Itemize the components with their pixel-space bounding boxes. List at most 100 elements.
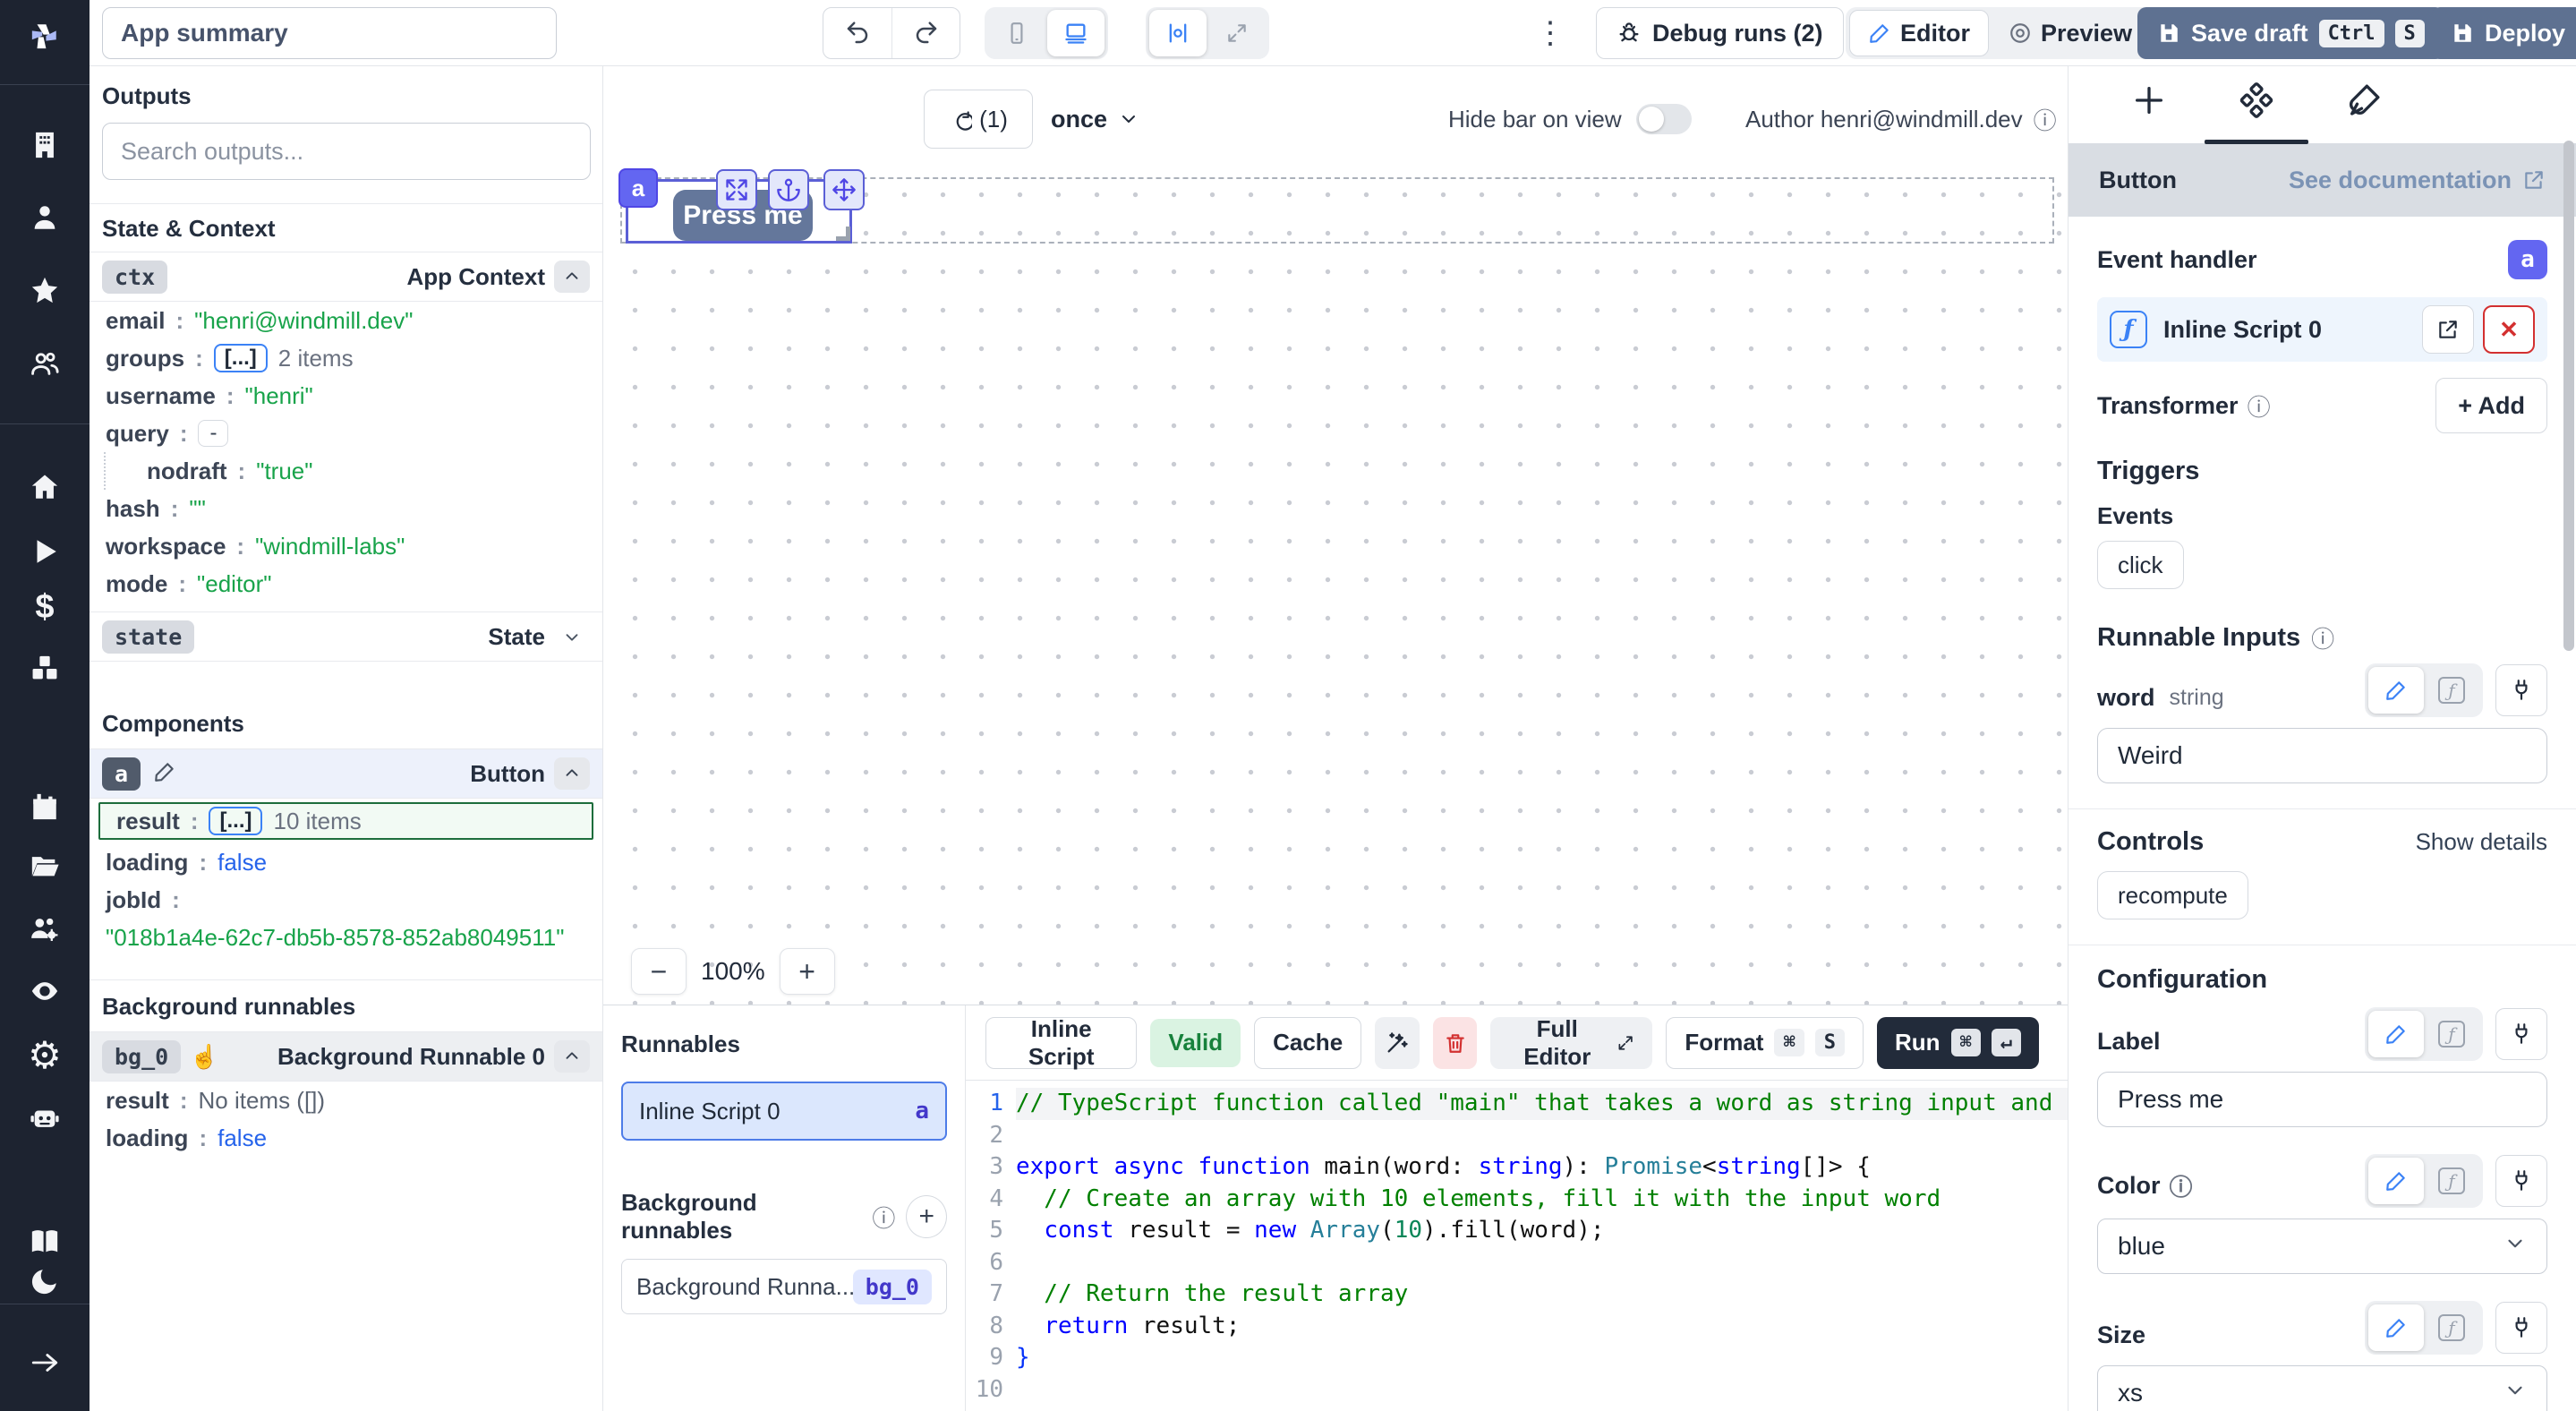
desktop-view-button[interactable] (1047, 10, 1105, 56)
full-editor-button[interactable]: Full Editor (1490, 1017, 1652, 1069)
moon-icon[interactable] (0, 1261, 90, 1301)
eval-mode-button[interactable]: ƒ (2424, 1304, 2479, 1351)
size-select[interactable]: xs (2097, 1365, 2547, 1411)
code-editor[interactable]: 12345678910 // TypeScript function calle… (966, 1081, 2068, 1411)
recompute-chip[interactable]: recompute (2097, 871, 2248, 919)
tab-component-settings[interactable] (2203, 82, 2310, 144)
eval-mode-button[interactable]: ƒ (2424, 1011, 2479, 1057)
hide-bar-toggle[interactable] (1636, 104, 1692, 134)
user-icon[interactable] (0, 198, 90, 237)
eval-mode-button[interactable]: ƒ (2424, 667, 2479, 714)
tab-preview[interactable]: Preview (1991, 10, 2150, 56)
app-summary-input[interactable] (102, 7, 557, 59)
book-icon[interactable] (0, 1222, 90, 1261)
static-mode-button[interactable] (2368, 667, 2424, 714)
folder-icon[interactable] (0, 846, 90, 885)
schedule-mode-dropdown[interactable]: once (1051, 90, 1139, 149)
event-handler-script-row[interactable]: ƒ Inline Script 0 ✕ (2097, 297, 2547, 362)
background-runnable-item[interactable]: Background Runna... bg_0 (621, 1259, 947, 1314)
info-icon[interactable]: ⓘ (2311, 621, 2334, 654)
empty-object-chip[interactable]: - (198, 420, 228, 447)
chevron-up-icon[interactable] (554, 261, 590, 293)
star-icon[interactable] (0, 270, 90, 310)
show-details-link[interactable]: Show details (2416, 828, 2547, 856)
eval-mode-button[interactable]: ƒ (2424, 1158, 2479, 1204)
color-select[interactable]: blue (2097, 1219, 2547, 1274)
zoom-out-button[interactable]: − (631, 948, 687, 995)
info-icon[interactable]: ⓘ (2034, 103, 2057, 136)
format-button[interactable]: Format ⌘ S (1666, 1017, 1864, 1069)
resize-handle[interactable] (836, 227, 850, 241)
component-result-row[interactable]: result:[...]10 items (98, 802, 593, 840)
expand-array-chip[interactable]: [...] (214, 344, 268, 372)
static-mode-button[interactable] (2368, 1158, 2424, 1204)
tab-insert[interactable] (2095, 82, 2203, 118)
mobile-view-button[interactable] (988, 10, 1045, 56)
script-type-button[interactable]: Inline Script (985, 1017, 1137, 1069)
cubes-icon[interactable] (0, 649, 90, 688)
word-input[interactable] (2097, 728, 2547, 783)
undo-button[interactable] (823, 7, 891, 59)
arrow-right-icon[interactable] (0, 1343, 90, 1382)
eye-icon[interactable] (0, 971, 90, 1011)
cache-button[interactable]: Cache (1254, 1017, 1361, 1069)
connect-input-button[interactable] (2495, 1302, 2547, 1354)
save-draft-button[interactable]: Save draft Ctrl S (2137, 7, 2444, 59)
inline-script-item[interactable]: Inline Script 0 a (621, 1082, 947, 1141)
state-section-header[interactable]: state State (90, 611, 602, 662)
zoom-in-button[interactable]: + (780, 948, 835, 995)
debug-runs-button[interactable]: Debug runs (2) (1596, 7, 1844, 59)
connect-input-button[interactable] (2495, 664, 2547, 716)
gear-icon[interactable]: ⚙ (0, 1035, 90, 1074)
anchor-component-handle[interactable] (768, 169, 809, 210)
pencil-icon[interactable] (153, 760, 176, 788)
add-background-runnable-button[interactable]: + (906, 1195, 947, 1238)
static-mode-button[interactable] (2368, 1011, 2424, 1057)
users-gear-icon[interactable] (0, 910, 90, 949)
connect-input-button[interactable] (2495, 1155, 2547, 1207)
info-icon[interactable]: ⓘ (2248, 389, 2271, 423)
redo-button[interactable] (891, 7, 960, 59)
deploy-button[interactable]: Deploy (2431, 7, 2576, 59)
background-runnable-header[interactable]: bg_0 ☝ Background Runnable 0 (90, 1031, 602, 1082)
windmill-logo[interactable] (0, 16, 90, 56)
panel-scrollbar[interactable] (2563, 141, 2574, 651)
robot-icon[interactable] (0, 1099, 90, 1138)
info-icon[interactable]: ⓘ (872, 1201, 895, 1234)
button-component-header[interactable]: a Button (90, 748, 602, 799)
chevron-up-icon[interactable] (554, 757, 590, 790)
code-content[interactable]: // TypeScript function called "main" tha… (1016, 1081, 2068, 1411)
calendar-icon[interactable] (0, 787, 90, 826)
play-icon[interactable] (0, 532, 90, 571)
kebab-menu-icon[interactable]: ⋮ (1532, 7, 1568, 59)
home-icon[interactable] (0, 467, 90, 507)
event-click-chip[interactable]: click (2097, 541, 2184, 589)
search-outputs-input[interactable] (102, 123, 591, 180)
chevron-down-icon[interactable] (554, 627, 590, 646)
run-button[interactable]: Run ⌘ ↵ (1877, 1017, 2039, 1069)
fullscreen-button[interactable] (1208, 10, 1266, 56)
delete-script-button[interactable] (1433, 1017, 1478, 1069)
see-documentation-link[interactable]: See documentation (2289, 167, 2546, 194)
add-transformer-button[interactable]: + Add (2435, 378, 2547, 433)
open-script-button[interactable] (2422, 305, 2474, 354)
expand-array-chip[interactable]: [...] (209, 807, 262, 835)
ai-wand-button[interactable] (1375, 1017, 1420, 1069)
move-component-handle[interactable] (823, 169, 865, 210)
component-tag-badge[interactable]: a (618, 168, 658, 208)
refresh-count-button[interactable]: (1) (924, 90, 1033, 149)
tab-editor[interactable]: Editor (1849, 10, 1989, 56)
info-icon[interactable]: ⓘ (2170, 1169, 2193, 1202)
static-mode-button[interactable] (2368, 1304, 2424, 1351)
users-icon[interactable] (0, 344, 90, 383)
building-icon[interactable] (0, 125, 90, 165)
label-input[interactable] (2097, 1072, 2547, 1127)
dollar-icon[interactable]: $ (0, 587, 90, 627)
expand-component-handle[interactable] (716, 169, 757, 210)
remove-script-button[interactable]: ✕ (2483, 305, 2535, 354)
center-align-button[interactable] (1149, 10, 1207, 56)
ctx-section-header[interactable]: ctx App Context (90, 252, 602, 302)
chevron-up-icon[interactable] (554, 1040, 590, 1073)
app-canvas[interactable]: (1) once Hide bar on view Author henri@w… (603, 66, 2068, 1005)
connect-input-button[interactable] (2495, 1008, 2547, 1060)
